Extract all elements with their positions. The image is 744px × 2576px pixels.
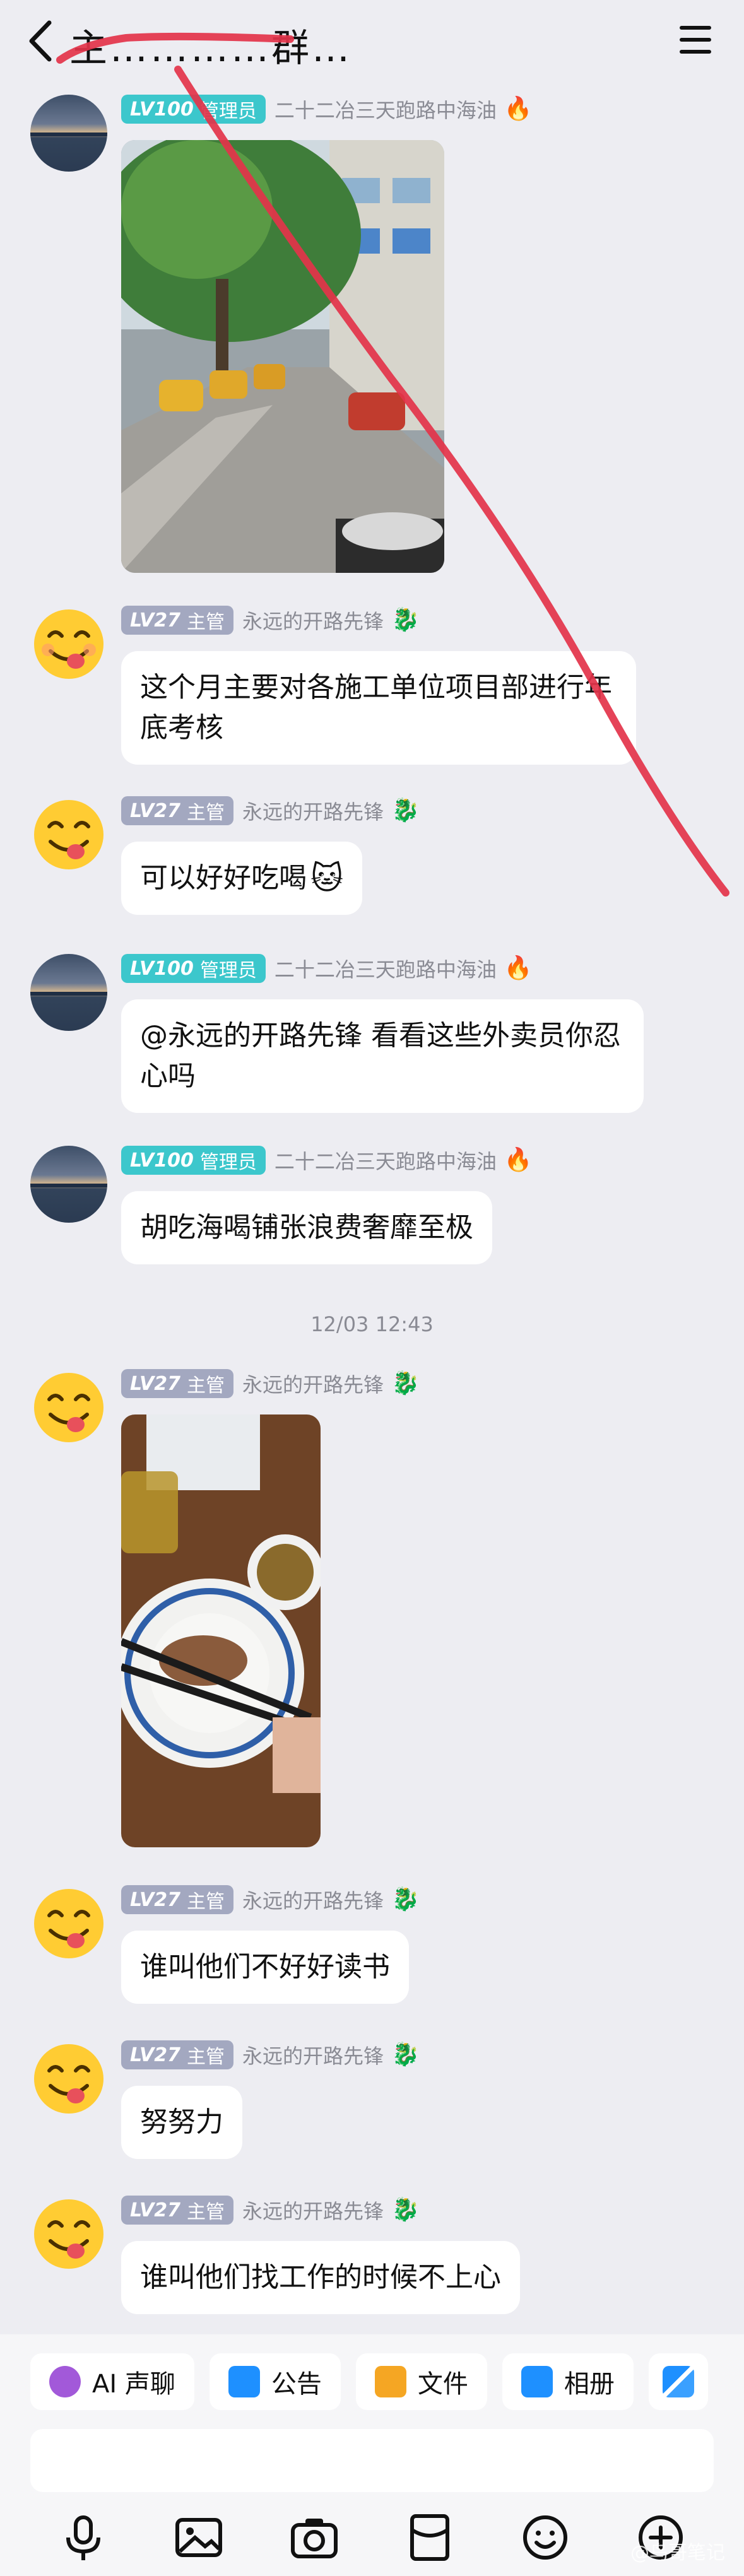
yum-emoji-avatar: [34, 609, 103, 679]
avatar[interactable]: [30, 1885, 107, 1962]
yum-emoji-avatar: [34, 2044, 103, 2114]
dragon-icon: 🐉: [391, 797, 420, 823]
text-message[interactable]: 努努力: [121, 2086, 242, 2159]
sender-meta: LV27 主管 永远的开路先锋 🐉: [121, 1885, 420, 1914]
dragon-icon: 🐉: [391, 607, 420, 633]
mic-icon[interactable]: [58, 2512, 109, 2563]
avatar[interactable]: [30, 1146, 107, 1223]
sender-name[interactable]: 二十二冶三天跑路中海油: [275, 95, 497, 124]
text-message[interactable]: 谁叫他们找工作的时候不上心: [121, 2241, 520, 2314]
avatar[interactable]: [30, 954, 107, 1031]
sender-meta: LV27 主管 永远的开路先锋 🐉: [121, 2196, 420, 2225]
apps-button[interactable]: [648, 2353, 708, 2410]
yum-emoji-avatar: [34, 2199, 103, 2269]
watermark: @鸟哥笔记: [630, 2542, 725, 2564]
ai-voice-icon: [49, 2366, 81, 2397]
apps-grid-icon: [662, 2366, 694, 2397]
flame-icon: 🔥: [504, 96, 533, 122]
sender-meta: LV100 管理员 二十二冶三天跑路中海油 🔥: [121, 954, 533, 983]
yum-emoji-avatar: [34, 800, 103, 869]
sender-name[interactable]: 永远的开路先锋: [242, 1885, 384, 1914]
image-message-meal[interactable]: [121, 1414, 321, 1847]
timestamp: 12/03 12:43: [310, 1312, 434, 1336]
chat-header: 主…………群…: [0, 0, 744, 85]
level-badge: LV27 主管: [121, 1885, 233, 1914]
chat-title: 主…………群…: [69, 26, 352, 71]
dragon-icon: 🐉: [391, 1370, 420, 1396]
level-badge: LV27 主管: [121, 796, 233, 825]
sender-name[interactable]: 二十二冶三天跑路中海油: [275, 1146, 497, 1175]
red-packet-icon[interactable]: [404, 2512, 455, 2563]
yum-emoji-avatar: [34, 1889, 103, 1958]
camera-icon[interactable]: [289, 2512, 340, 2563]
avatar[interactable]: [30, 2196, 107, 2273]
text-message[interactable]: 胡吃海喝铺张浪费奢靡至极: [121, 1191, 492, 1264]
album-icon: [521, 2366, 553, 2397]
level-badge: LV27 主管: [121, 606, 233, 635]
avatar[interactable]: [30, 606, 107, 683]
chevron-left-icon[interactable]: [24, 19, 59, 63]
sender-meta: LV27 主管 永远的开路先锋 🐉: [121, 606, 420, 635]
cat-sticker-icon: 🐱: [310, 860, 344, 897]
level-badge: LV27 主管: [121, 1369, 233, 1398]
level-badge: LV27 主管: [121, 2196, 233, 2225]
level-badge: LV27 主管: [121, 2040, 233, 2069]
sender-name[interactable]: 永远的开路先锋: [242, 2040, 384, 2069]
sender-name[interactable]: 永远的开路先锋: [242, 1369, 384, 1398]
sender-name[interactable]: 二十二冶三天跑路中海油: [275, 954, 497, 983]
level-badge: LV100 管理员: [121, 1146, 266, 1175]
announcement-button[interactable]: 公告: [209, 2353, 341, 2410]
image-icon[interactable]: [174, 2512, 224, 2563]
avatar[interactable]: [30, 95, 107, 172]
sender-meta: LV100 管理员 二十二冶三天跑路中海油 🔥: [121, 1146, 533, 1175]
dragon-icon: 🐉: [391, 2197, 420, 2223]
menu-icon[interactable]: [678, 24, 712, 56]
album-button[interactable]: 相册: [502, 2353, 634, 2410]
meal-photo: [121, 1414, 321, 1847]
message-input[interactable]: [30, 2429, 714, 2492]
quick-action-bar: AI 声聊 公告 文件 相册: [30, 2353, 708, 2410]
sender-name[interactable]: 永远的开路先锋: [242, 2196, 384, 2225]
text-message[interactable]: @永远的开路先锋 看看这些外卖员你忍 心吗: [121, 999, 644, 1113]
sender-meta: LV27 主管 永远的开路先锋 🐉: [121, 1369, 420, 1398]
sender-meta: LV100 管理员 二十二冶三天跑路中海油 🔥: [121, 95, 533, 124]
avatar[interactable]: [30, 2040, 107, 2117]
sender-meta: LV27 主管 永远的开路先锋 🐉: [121, 796, 420, 825]
sender-name[interactable]: 永远的开路先锋: [242, 606, 384, 635]
text-message[interactable]: 可以好好吃喝 🐱: [121, 842, 363, 915]
yum-emoji-avatar: [34, 1373, 103, 1442]
avatar[interactable]: [30, 796, 107, 873]
emoji-icon[interactable]: [520, 2512, 570, 2563]
text-message[interactable]: 谁叫他们不好好读书: [121, 1931, 409, 2004]
level-badge: LV100 管理员: [121, 95, 266, 124]
sender-name[interactable]: 永远的开路先锋: [242, 796, 384, 825]
image-message-street[interactable]: [121, 140, 444, 573]
files-button[interactable]: 文件: [355, 2353, 487, 2410]
flame-icon: 🔥: [504, 955, 533, 981]
ai-voice-chat-button[interactable]: AI 声聊: [30, 2353, 194, 2410]
avatar[interactable]: [30, 1369, 107, 1446]
chat-toolbar: AI 声聊 公告 文件 相册 @鸟哥笔记: [0, 2334, 744, 2576]
text-message[interactable]: 这个月主要对各施工单位项目部进行年 底考核: [121, 651, 636, 765]
street-photo: [121, 140, 444, 573]
dragon-icon: 🐉: [391, 1886, 420, 1912]
announcement-icon: [228, 2366, 260, 2397]
dragon-icon: 🐉: [391, 2042, 420, 2067]
folder-icon: [374, 2366, 406, 2397]
level-badge: LV100 管理员: [121, 954, 266, 983]
sender-meta: LV27 主管 永远的开路先锋 🐉: [121, 2040, 420, 2069]
flame-icon: 🔥: [504, 1147, 533, 1173]
